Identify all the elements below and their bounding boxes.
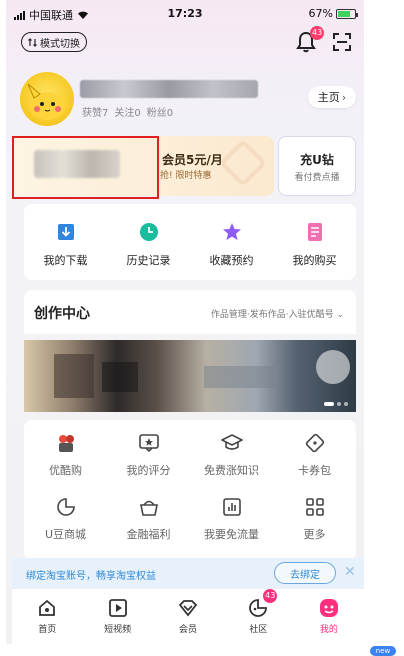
tab-label: 我的 <box>319 625 338 635</box>
quick-action-history[interactable]: 历史记录 <box>107 204 190 280</box>
profile-stats: 获赞7 关注0 粉丝0 <box>82 104 173 119</box>
receipt-icon <box>305 222 325 242</box>
taobao-bind-bar: 绑定淘宝账号，畅享淘宝权益 去绑定 ✕ <box>12 558 364 588</box>
likes-count: 获赞7 <box>82 108 109 119</box>
service-label: 优酷购 <box>49 464 82 477</box>
service-ubean-mall[interactable]: U豆商城 <box>24 496 107 542</box>
tab-label: 会员 <box>179 625 198 635</box>
avatar[interactable] <box>20 72 74 126</box>
quick-action-purchases[interactable]: 我的购买 <box>273 204 356 280</box>
play-icon <box>107 597 129 619</box>
scan-icon[interactable] <box>332 32 352 52</box>
battery-percent: 67% <box>308 7 333 20</box>
diamond-icon <box>177 597 199 619</box>
profile-icon <box>318 597 340 619</box>
switch-icon <box>28 37 37 47</box>
tab-label: 社区 <box>249 625 268 635</box>
creation-center[interactable]: 创作中心 作品管理·发布作品·入驻优酷号 ⌄ <box>24 290 356 334</box>
services-grid: 优酷购 我的评分 免费涨知识 卡券包 U豆商城 金融福利 我要免流量 更多 <box>24 420 356 560</box>
tab-vip[interactable]: 会员 <box>153 589 223 644</box>
tab-community[interactable]: 社区 43 <box>223 589 293 644</box>
shopping-icon <box>55 432 77 454</box>
quick-action-label: 历史记录 <box>126 254 171 267</box>
service-youku-shop[interactable]: 优酷购 <box>24 432 107 478</box>
service-more[interactable]: 更多 <box>273 496 356 542</box>
coupon-icon <box>304 432 326 454</box>
tab-short-video[interactable]: 短视频 <box>82 589 152 644</box>
graduation-cap-icon <box>220 432 243 454</box>
data-plan-icon <box>221 496 243 518</box>
service-label: 卡券包 <box>298 464 331 477</box>
notification-badge: 43 <box>310 26 325 40</box>
tab-mine[interactable]: 我的 <box>294 589 364 644</box>
rating-icon <box>138 432 160 454</box>
homepage-button[interactable]: 主页 › <box>308 86 356 108</box>
new-badge: new <box>370 646 396 656</box>
mode-switch-label: 模式切换 <box>40 38 80 50</box>
quick-action-label: 收藏预约 <box>209 254 254 267</box>
quick-action-favorites[interactable]: 收藏预约 <box>190 204 273 280</box>
service-free-knowledge[interactable]: 免费涨知识 <box>190 432 273 478</box>
bottom-tab-bar: 首页 短视频 会员 社区 43 我的 <box>12 588 364 644</box>
service-label: 免费涨知识 <box>204 464 259 477</box>
service-my-rating[interactable]: 我的评分 <box>107 432 190 478</box>
tab-home[interactable]: 首页 <box>12 589 82 644</box>
wallet-icon <box>138 496 160 518</box>
pikachu-avatar-icon <box>27 83 65 120</box>
bean-icon <box>55 496 77 518</box>
creation-banner-image[interactable] <box>24 340 356 412</box>
vip-subtitle: 抢! 限时特惠 <box>160 171 212 181</box>
quick-action-label: 我的下载 <box>43 254 88 267</box>
topup-title: 充U钻 <box>300 153 334 167</box>
service-label: U豆商城 <box>44 528 87 541</box>
service-coupons[interactable]: 卡券包 <box>273 432 356 478</box>
creation-center-links[interactable]: 作品管理·发布作品·入驻优酷号 ⌄ <box>211 307 344 320</box>
service-label: 金融福利 <box>126 528 171 541</box>
tab-label: 首页 <box>38 625 57 635</box>
service-label: 我要免流量 <box>204 528 259 541</box>
tab-label: 短视频 <box>104 625 132 635</box>
topup-card[interactable]: 充U钻 看付费点播 <box>278 136 356 196</box>
quick-actions: 我的下载 历史记录 收藏预约 我的购买 <box>24 204 356 280</box>
service-free-data[interactable]: 我要免流量 <box>190 496 273 542</box>
topup-subtitle: 看付费点播 <box>294 173 340 183</box>
app-screen: 中国联通 17:23 67% 模式切换 43 获赞7 关注0 粉丝0 主页 › … <box>6 0 364 644</box>
taobao-bind-text: 绑定淘宝账号，畅享淘宝权益 <box>26 571 156 582</box>
status-bar: 中国联通 17:23 67% <box>6 0 364 26</box>
taobao-bind-button[interactable]: 去绑定 <box>274 562 336 584</box>
homepage-label: 主页 <box>317 91 340 104</box>
mode-switch-button[interactable]: 模式切换 <box>21 32 87 52</box>
service-finance[interactable]: 金融福利 <box>107 496 190 542</box>
close-icon[interactable]: ✕ <box>344 564 356 580</box>
chevron-right-icon: › <box>341 90 347 104</box>
community-badge: 43 <box>263 589 278 603</box>
quick-action-download[interactable]: 我的下载 <box>24 204 107 280</box>
home-icon <box>36 597 58 619</box>
annotation-highlight-box <box>12 136 159 199</box>
carousel-indicator <box>324 402 348 406</box>
grid-icon <box>304 496 326 518</box>
chevron-down-icon: ⌄ <box>336 310 344 320</box>
quick-action-label: 我的购买 <box>292 254 337 267</box>
vip-title: 会员5元/月 <box>162 153 223 167</box>
star-icon <box>222 222 242 242</box>
clock-icon <box>139 222 159 242</box>
download-icon <box>56 222 76 242</box>
battery-icon <box>336 8 358 19</box>
creation-center-title: 创作中心 <box>34 306 90 322</box>
follow-count: 关注0 <box>114 108 141 119</box>
vip-logo-icon <box>218 138 268 188</box>
fans-count: 粉丝0 <box>146 108 174 119</box>
nickname-blurred <box>80 80 258 98</box>
service-label: 我的评分 <box>126 464 171 477</box>
service-label: 更多 <box>303 528 326 541</box>
